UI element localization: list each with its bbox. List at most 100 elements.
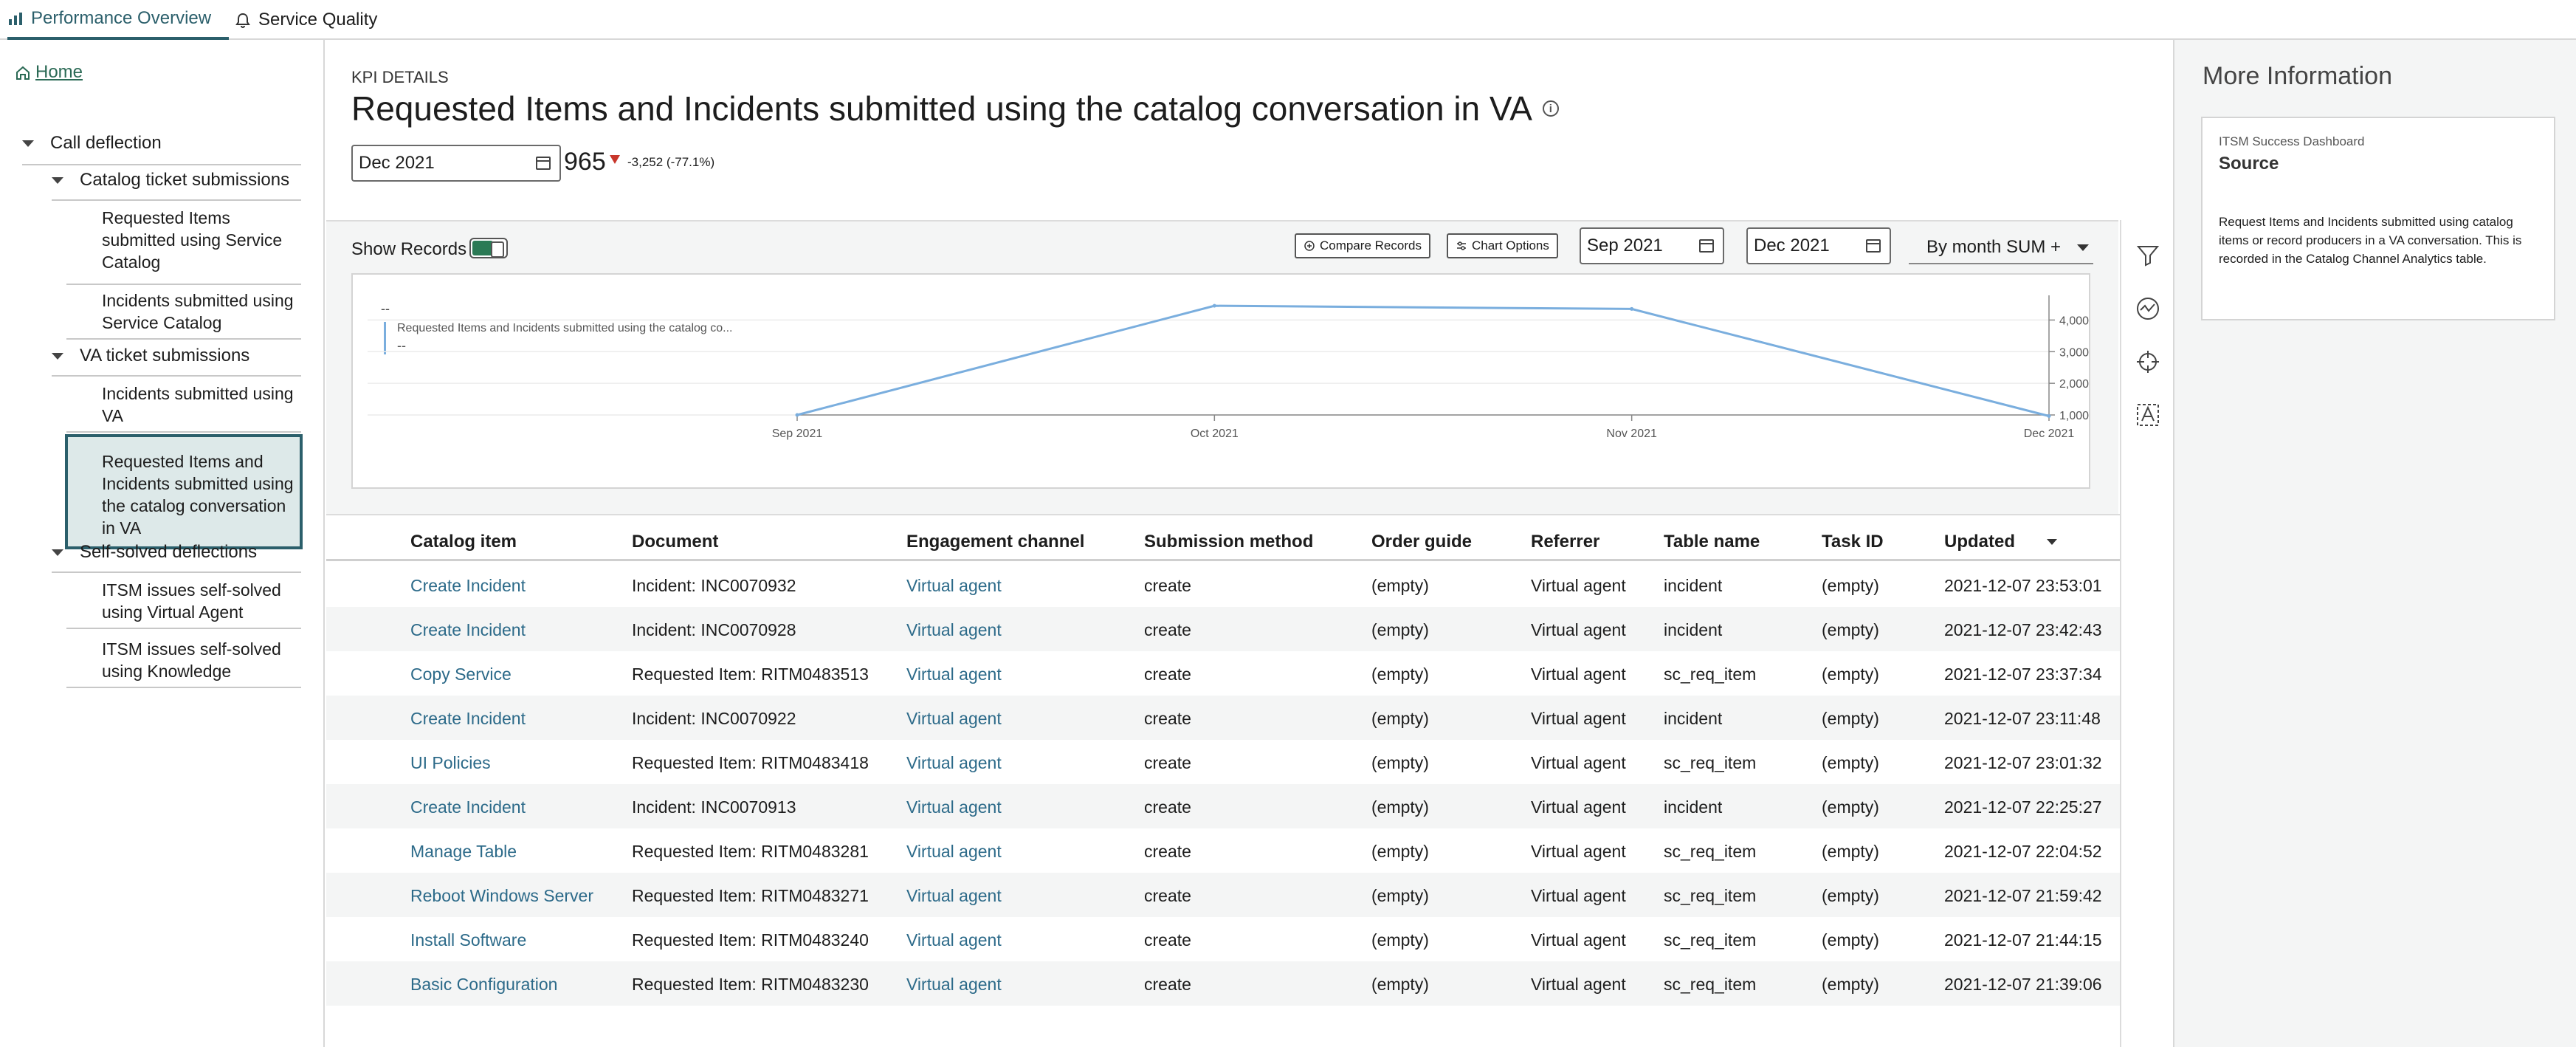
table-row[interactable]: Create Incident Incident: INC0070932 Virtu…	[326, 563, 2120, 607]
table-cell-catalog-item[interactable]: Reboot Windows Server	[410, 886, 593, 906]
to-date-picker[interactable]: Dec 2021	[1746, 227, 1891, 264]
from-date-picker[interactable]: Sep 2021	[1580, 227, 1724, 264]
tab-service-quality[interactable]: Service Quality	[235, 0, 377, 40]
to-date-value: Dec 2021	[1754, 236, 1830, 255]
nav-item-rq-catalog-conversation-va[interactable]: Requested Items and Incidents submitted …	[65, 434, 303, 549]
panel-title: More Information	[2203, 62, 2392, 90]
table-cell-table-name: incident	[1664, 576, 1723, 595]
table-cell-engagement-channel[interactable]: Virtual agent	[906, 975, 1002, 995]
table-row[interactable]: Copy Service Requested Item: RITM0483513 V…	[326, 651, 2120, 696]
column-header-task-id[interactable]: Task ID	[1822, 532, 1884, 552]
info-icon[interactable]: i	[1542, 100, 1559, 117]
table-cell-catalog-item[interactable]: Basic Configuration	[410, 975, 557, 995]
table-cell-engagement-channel[interactable]: Virtual agent	[906, 886, 1002, 906]
tab-performance-overview[interactable]: Performance Overview	[7, 0, 230, 40]
table-cell-catalog-item[interactable]: UI Policies	[410, 753, 491, 773]
table-cell-table-name: sc_req_item	[1664, 753, 1757, 772]
more-information-panel: More Information ITSM Success Dashboard …	[2173, 40, 2576, 1047]
table-cell-engagement-channel[interactable]: Virtual agent	[906, 753, 1002, 773]
trend-down-icon	[610, 155, 620, 164]
table-row[interactable]: Manage Table Requested Item: RITM0483281 V…	[326, 828, 2120, 873]
table-cell-catalog-item[interactable]: Create Incident	[410, 797, 526, 817]
table-row[interactable]: Reboot Windows Server Requested Item: RIT…	[326, 873, 2120, 917]
nav-item-inc-service-catalog[interactable]: Incidents submitted using Service Catalo…	[66, 289, 301, 334]
chevron-down-icon	[52, 549, 63, 556]
data-point[interactable]	[1212, 303, 1216, 308]
nav-item-rq-service-catalog[interactable]: Requested Items submitted using Service …	[66, 207, 301, 273]
table-row[interactable]: UI Policies Requested Item: RITM0483418 Vi…	[326, 740, 2120, 784]
table-row[interactable]: Basic Configuration Requested Item: RITM0…	[326, 961, 2120, 1006]
source-label: Source	[2219, 154, 2279, 174]
table-cell-catalog-item[interactable]: Create Incident	[410, 576, 526, 596]
column-header-updated[interactable]: Updated	[1944, 532, 2015, 552]
nav-group-va-ticket[interactable]: VA ticket submissions	[52, 346, 249, 366]
nav-group-self-solved[interactable]: Self-solved deflections	[52, 542, 257, 563]
table-cell-table-name: sc_req_item	[1664, 930, 1757, 950]
table-cell-engagement-channel[interactable]: Virtual agent	[906, 797, 1002, 817]
home-link[interactable]: Home	[15, 62, 83, 83]
column-header-submission-method[interactable]: Submission method	[1144, 532, 1313, 552]
y-tick-label: 2,000	[2059, 378, 2089, 391]
show-records-toggle[interactable]	[469, 238, 508, 258]
table-cell-engagement-channel[interactable]: Virtual agent	[906, 842, 1002, 862]
show-records-label: Show Records	[351, 239, 467, 259]
kpi-details-label: KPI DETAILS	[351, 68, 449, 86]
calendar-icon	[1699, 239, 1714, 253]
table-cell-catalog-item[interactable]: Manage Table	[410, 842, 517, 862]
tab-service-quality-label: Service Quality	[258, 10, 378, 30]
table-cell-updated: 2021-12-07 22:25:27	[1944, 797, 2102, 817]
data-point[interactable]	[1630, 306, 1634, 311]
series-line[interactable]	[796, 304, 2050, 417]
table-cell-catalog-item[interactable]: Copy Service	[410, 665, 512, 684]
column-header-catalog-item[interactable]: Catalog item	[410, 532, 517, 552]
table-row[interactable]: Install Software Requested Item: RITM0483…	[326, 917, 2120, 961]
table-cell-catalog-item[interactable]: Create Incident	[410, 709, 526, 729]
nav-item-itsm-knowledge[interactable]: ITSM issues self-solved using Knowledge	[66, 638, 301, 682]
chevron-down-icon	[52, 176, 63, 184]
table-cell-engagement-channel[interactable]: Virtual agent	[906, 930, 1002, 950]
chart-options-label: Chart Options	[1472, 238, 1549, 253]
nav-group-call-deflection[interactable]: Call deflection	[22, 133, 162, 154]
compare-records-label: Compare Records	[1320, 238, 1422, 253]
sort-desc-icon[interactable]	[2047, 539, 2057, 545]
nav-item-inc-va[interactable]: Incidents submitted using VA	[66, 382, 301, 427]
table-cell-catalog-item[interactable]: Install Software	[410, 930, 526, 950]
column-header-engagement-channel[interactable]: Engagement channel	[906, 532, 1084, 552]
table-cell-order-guide: (empty)	[1371, 576, 1429, 595]
chart-options-button[interactable]: Chart Options	[1447, 233, 1558, 258]
data-point[interactable]	[2047, 414, 2051, 418]
table-cell-engagement-channel[interactable]: Virtual agent	[906, 709, 1002, 729]
table-cell-engagement-channel[interactable]: Virtual agent	[906, 665, 1002, 684]
aggregation-dropdown[interactable]: By month SUM +	[1909, 232, 2093, 264]
column-header-table-name[interactable]: Table name	[1664, 532, 1760, 552]
table-cell-engagement-channel[interactable]: Virtual agent	[906, 620, 1002, 640]
kpi-date-picker[interactable]: Dec 2021	[351, 145, 561, 182]
table-cell-catalog-item[interactable]: Create Incident	[410, 620, 526, 640]
main-content: KPI DETAILS Requested Items and Incident…	[326, 40, 2172, 1047]
table-cell-order-guide: (empty)	[1371, 975, 1429, 994]
column-header-document[interactable]: Document	[632, 532, 718, 552]
table-cell-table-name: sc_req_item	[1664, 886, 1757, 905]
nav-group-catalog-ticket[interactable]: Catalog ticket submissions	[52, 170, 289, 190]
annotation-icon[interactable]	[2135, 402, 2161, 428]
table-cell-submission-method: create	[1144, 620, 1191, 639]
column-header-order-guide[interactable]: Order guide	[1371, 532, 1472, 552]
table-cell-submission-method: create	[1144, 842, 1191, 861]
data-point[interactable]	[795, 413, 799, 417]
column-header-referrer[interactable]: Referrer	[1531, 532, 1599, 552]
table-cell-order-guide: (empty)	[1371, 709, 1429, 728]
trend-line-icon[interactable]	[2135, 295, 2161, 322]
table-header: Catalog item Document Engagement channel Su…	[326, 514, 2120, 561]
table-row[interactable]: Create Incident Incident: INC0070922 Virtu…	[326, 696, 2120, 740]
crosshair-icon[interactable]	[2135, 349, 2161, 375]
sliders-icon	[1457, 241, 1466, 250]
filter-icon[interactable]	[2135, 242, 2161, 269]
table-cell-table-name: sc_req_item	[1664, 842, 1757, 861]
table-row[interactable]: Create Incident Incident: INC0070928 Virtu…	[326, 607, 2120, 651]
table-row[interactable]: Create Incident Incident: INC0070913 Virtu…	[326, 784, 2120, 828]
table-cell-engagement-channel[interactable]: Virtual agent	[906, 576, 1002, 596]
table-cell-updated: 2021-12-07 21:39:06	[1944, 975, 2102, 994]
nav-item-itsm-virtual-agent[interactable]: ITSM issues self-solved using Virtual Ag…	[66, 579, 301, 623]
compare-records-button[interactable]: Compare Records	[1295, 233, 1430, 258]
table-cell-updated: 2021-12-07 23:42:43	[1944, 620, 2102, 639]
